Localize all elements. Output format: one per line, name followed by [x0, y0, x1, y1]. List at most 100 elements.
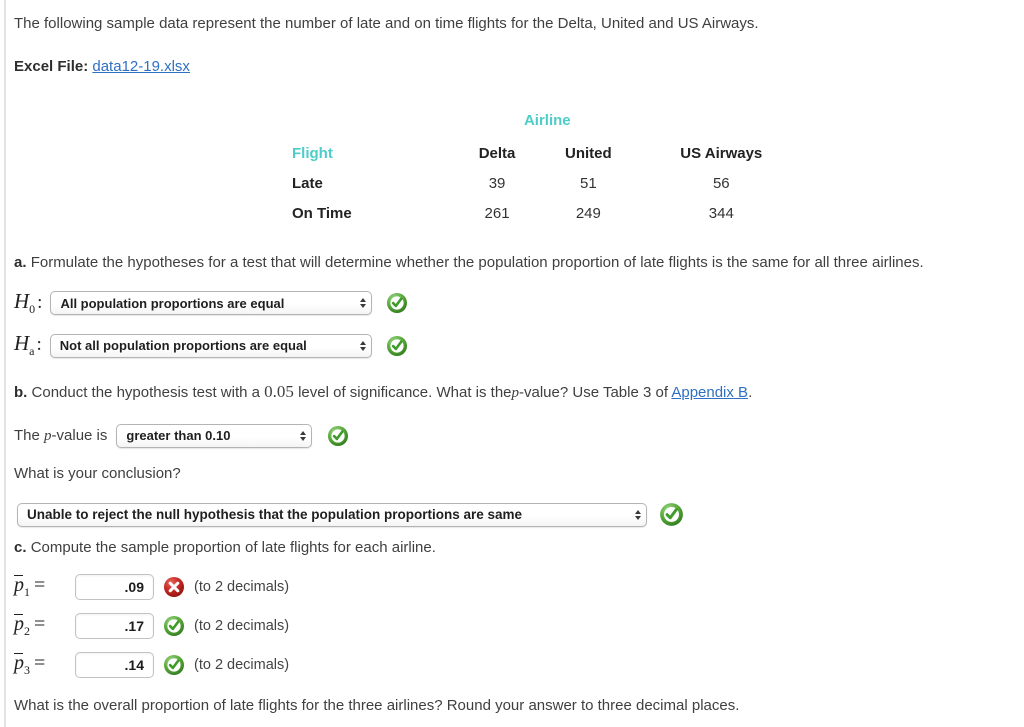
- p-bar-symbol: p: [14, 574, 24, 597]
- question-page: The following sample data represent the …: [14, 0, 1024, 727]
- table-corner-spacer: [264, 106, 456, 139]
- part-c-prompt: c. Compute the sample proportion of late…: [14, 536, 1024, 561]
- table-column-header-us-airways: US Airways: [680, 144, 763, 162]
- alternative-hypothesis-select-value: Not all population proportions are equal: [59, 338, 307, 354]
- proportion-symbol-3: p3 =: [14, 652, 66, 678]
- excel-file-link[interactable]: data12-19.xlsx: [92, 58, 190, 75]
- proportion-hint-2: (to 2 decimals): [194, 618, 290, 635]
- overall-proportion-question: What is the overall proportion of late f…: [14, 697, 740, 715]
- conclusion-question: What is your conclusion?: [14, 464, 181, 482]
- null-hypothesis-select[interactable]: All population proportions are equal: [50, 291, 373, 316]
- table-corner-header: Flight: [292, 144, 333, 162]
- proportion-symbol-1: p1 =: [14, 574, 66, 600]
- table-column-header-delta: Delta: [478, 144, 516, 162]
- table-cell-on-time-us-airways: 344: [708, 204, 734, 222]
- equals-sign: =: [34, 574, 46, 597]
- p-italic-symbol: p: [44, 427, 52, 444]
- correct-check-icon: [659, 502, 684, 527]
- table-group-header-row: Airline: [264, 106, 804, 139]
- excel-file-label: Excel File:: [14, 57, 89, 75]
- table-group-spacer: [639, 106, 804, 139]
- table-cell-late-us-airways: 56: [712, 174, 730, 192]
- conclusion-row: Unable to reject the null hypothesis tha…: [17, 502, 1024, 527]
- correct-check-icon: [163, 654, 185, 676]
- incorrect-x-icon: [163, 576, 185, 598]
- table-cell-late-united: 51: [580, 174, 597, 192]
- proportion-hint-1: (to 2 decimals): [194, 579, 290, 596]
- null-hypothesis-colon: :: [37, 292, 43, 314]
- p-value-select[interactable]: greater than 0.10: [116, 423, 313, 448]
- updown-arrows-icon: [635, 509, 641, 520]
- p-value-label: The p-value is: [14, 427, 107, 445]
- alternative-hypothesis-label: Ha:: [14, 331, 42, 359]
- flight-data-table: Airline Flight Delta United US Airways L…: [264, 106, 804, 229]
- part-b-prompt-period: .: [748, 383, 753, 401]
- conclusion-select[interactable]: Unable to reject the null hypothesis tha…: [17, 502, 647, 527]
- table-cell-on-time-delta: 261: [484, 204, 510, 222]
- table-row-label-on-time: On Time: [292, 204, 352, 222]
- significance-level: 0.05: [264, 381, 294, 401]
- part-b-prompt-text-2: level of significance. What is the: [298, 383, 512, 401]
- part-a-prompt: a. Formulate the hypotheses for a test t…: [14, 251, 1020, 276]
- table-cell-on-time-united: 249: [575, 204, 601, 222]
- alternative-hypothesis-subscript: a: [29, 344, 35, 359]
- null-hypothesis-select-value: All population proportions are equal: [60, 295, 285, 311]
- correct-check-icon: [163, 615, 185, 637]
- alternative-hypothesis-select[interactable]: Not all population proportions are equal: [49, 333, 372, 358]
- correct-check-icon: [386, 292, 408, 314]
- hypothesis-null-row: H0: All population proportions are equal: [14, 289, 1024, 317]
- conclusion-select-value: Unable to reject the null hypothesis tha…: [27, 507, 523, 523]
- proportion-symbol-2: p2 =: [14, 613, 66, 639]
- part-c-prompt-text: Compute the sample proportion of late fl…: [30, 539, 436, 557]
- left-gutter-rule: [4, 0, 6, 727]
- proportion-subscript-2: 2: [24, 624, 30, 639]
- p-italic-symbol: p: [511, 384, 520, 401]
- table-column-header-united: United: [565, 144, 612, 162]
- table-header-row: Flight Delta United US Airways: [264, 139, 804, 169]
- part-a-letter: a.: [14, 253, 27, 271]
- proportion-row-1: p1 = (to 2 decimals): [14, 574, 1024, 601]
- equals-sign: =: [34, 613, 46, 636]
- intro-description: The following sample data represent the …: [14, 15, 759, 32]
- part-b-prompt-text-3: -value? Use Table 3 of: [519, 383, 668, 401]
- correct-check-icon: [327, 425, 349, 447]
- table-group-header: Airline: [523, 111, 571, 129]
- proportion-subscript-1: 1: [24, 585, 30, 600]
- null-hypothesis-symbol: H: [14, 289, 30, 314]
- hypothesis-alternative-row: Ha: Not all population proportions are e…: [14, 331, 1024, 359]
- equals-sign: =: [34, 652, 46, 675]
- flight-data-table-wrapper: Airline Flight Delta United US Airways L…: [264, 106, 804, 229]
- excel-file-line: Excel File: data12-19.xlsx: [14, 55, 1024, 80]
- table-row: On Time 261 249 344: [264, 199, 804, 229]
- p-value-row: The p-value is greater than 0.10: [14, 423, 1024, 448]
- correct-check-icon: [386, 335, 408, 357]
- table-cell-late-delta: 39: [488, 174, 506, 192]
- proportion-hint-3: (to 2 decimals): [194, 657, 290, 674]
- table-row: Late 39 51 56: [264, 169, 804, 199]
- p-bar-symbol: p: [14, 652, 24, 675]
- updown-arrows-icon: [359, 340, 366, 351]
- part-b-letter: b.: [14, 383, 28, 401]
- p-bar-symbol: p: [14, 613, 24, 636]
- null-hypothesis-subscript: 0: [29, 302, 36, 317]
- proportion-input-3[interactable]: [75, 652, 154, 679]
- proportion-subscript-3: 3: [24, 663, 30, 678]
- p-value-label-suffix: -value is: [51, 426, 108, 444]
- proportion-row-2: p2 = (to 2 decimals): [14, 613, 1024, 640]
- null-hypothesis-label: H0:: [14, 289, 42, 317]
- proportion-row-3: p3 = (to 2 decimals): [14, 652, 1024, 679]
- proportion-input-2[interactable]: [75, 613, 154, 640]
- proportion-input-1[interactable]: [75, 574, 154, 601]
- appendix-b-link[interactable]: Appendix B: [671, 384, 748, 401]
- part-b-prompt-text-1: Conduct the hypothesis test with a: [31, 383, 260, 401]
- alternative-hypothesis-colon: :: [36, 334, 42, 356]
- part-a-prompt-text: Formulate the hypotheses for a test that…: [30, 253, 924, 271]
- alternative-hypothesis-symbol: H: [14, 331, 30, 356]
- updown-arrows-icon: [360, 298, 367, 309]
- updown-arrows-icon: [300, 430, 307, 441]
- part-c-letter: c.: [14, 539, 27, 557]
- p-value-select-value: greater than 0.10: [126, 428, 231, 444]
- table-row-label-late: Late: [292, 174, 323, 192]
- p-value-label-prefix: The: [14, 426, 40, 444]
- part-b-prompt: b. Conduct the hypothesis test with a 0.…: [14, 378, 1024, 406]
